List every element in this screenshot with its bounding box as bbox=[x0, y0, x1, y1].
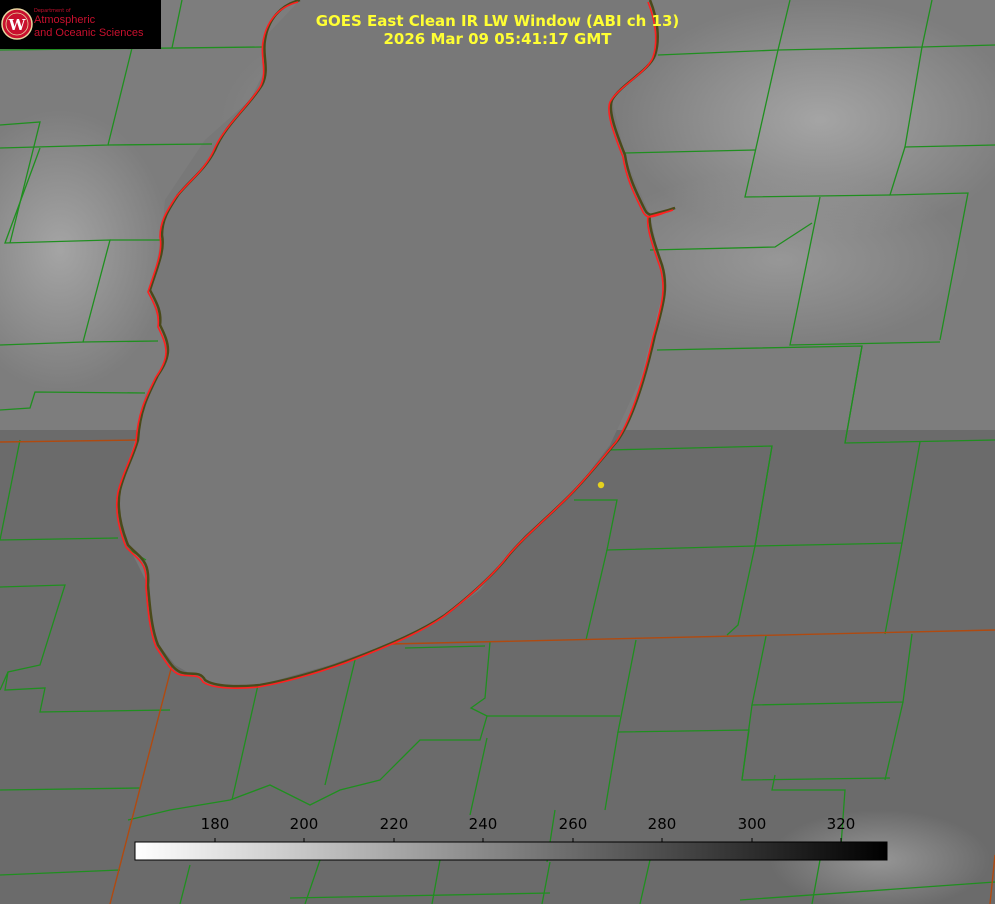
satellite-map bbox=[0, 0, 995, 904]
colorbar-tick-label: 320 bbox=[826, 815, 856, 833]
colorbar bbox=[134, 841, 888, 861]
colorbar-tick-label: 300 bbox=[737, 815, 767, 833]
colorbar-tick-label: 240 bbox=[468, 815, 498, 833]
colorbar-tick-label: 280 bbox=[647, 815, 677, 833]
image-title: GOES East Clean IR LW Window (ABI ch 13) bbox=[315, 12, 680, 30]
colorbar-tick-label: 180 bbox=[200, 815, 230, 833]
colorbar-tick-label: 200 bbox=[289, 815, 319, 833]
colorbar-tick-label: 220 bbox=[379, 815, 409, 833]
image-timestamp: 2026 Mar 09 05:41:17 GMT bbox=[383, 30, 612, 48]
site-marker bbox=[597, 481, 605, 489]
colorbar-tick-label: 260 bbox=[558, 815, 588, 833]
